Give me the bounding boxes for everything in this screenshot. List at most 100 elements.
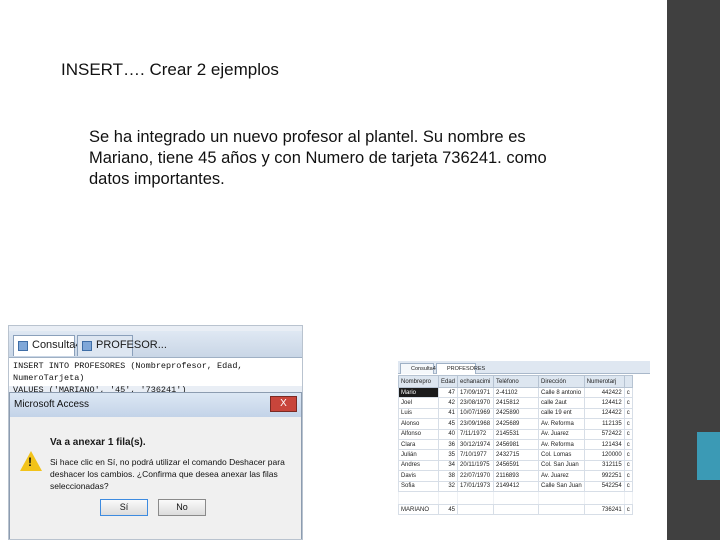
table-cell[interactable]: Luis bbox=[398, 407, 439, 420]
table-cell[interactable]: 2456591 bbox=[493, 459, 540, 472]
table-row[interactable]: Alfonso 40 7/11/1972 2145531 Av. Juarez 57242… bbox=[398, 428, 633, 440]
table-cell[interactable]: Av. Reforma bbox=[538, 418, 585, 430]
table-cell[interactable]: 17/09/1971 bbox=[457, 386, 495, 399]
table-cell[interactable]: calle 2aut bbox=[538, 397, 585, 409]
table-cell[interactable]: c bbox=[623, 438, 633, 451]
table-cell[interactable]: 2116893 bbox=[493, 470, 540, 482]
column-header[interactable]: echanacimi bbox=[457, 375, 495, 388]
table-cell[interactable]: 30/12/1974 bbox=[457, 438, 495, 451]
table-cell[interactable]: Alfonso bbox=[398, 428, 439, 440]
table-cell[interactable]: Alonso bbox=[398, 418, 439, 430]
table-cell[interactable]: 112135 bbox=[583, 418, 625, 430]
table-cell[interactable]: 17/01/1973 bbox=[457, 480, 495, 492]
table-cell[interactable]: 2432715 bbox=[493, 449, 540, 461]
table-cell[interactable]: 34 bbox=[437, 459, 459, 472]
table-cell[interactable]: Col. Lomas bbox=[538, 449, 585, 461]
table-cell[interactable]: 35 bbox=[437, 449, 459, 461]
table-cell[interactable]: Mario bbox=[398, 386, 439, 399]
table-cell[interactable]: 40 bbox=[437, 428, 459, 440]
table-cell[interactable]: 312115 bbox=[583, 459, 625, 472]
table-cell[interactable]: 120000 bbox=[583, 449, 625, 461]
column-header[interactable]: Dirección bbox=[538, 375, 585, 388]
table-row[interactable]: Sofia 32 17/01/1973 2149412 Calle San Juan 54… bbox=[398, 480, 633, 492]
table-cell[interactable]: c bbox=[623, 480, 633, 492]
table-cell[interactable]: c bbox=[623, 407, 633, 420]
tab-profesores[interactable]: PROFESORES bbox=[436, 363, 485, 374]
table-cell[interactable]: 45 bbox=[437, 418, 459, 430]
table-cell[interactable]: c bbox=[623, 449, 633, 461]
table-cell[interactable]: 992251 bbox=[583, 470, 625, 482]
table-row[interactable]: Davis 38 22/07/1970 2116893 Av. Juarez 992251… bbox=[398, 470, 633, 482]
yes-button[interactable]: Sí bbox=[100, 499, 148, 516]
table-cell[interactable]: Sofia bbox=[398, 480, 439, 492]
table-cell[interactable]: c bbox=[623, 418, 633, 430]
table-cell[interactable]: Calle 8 antonio bbox=[538, 386, 585, 399]
tab-profesores[interactable]: PROFESOR... bbox=[77, 335, 167, 356]
column-header[interactable]: Teléfono bbox=[493, 375, 540, 388]
table-cell[interactable]: 32 bbox=[437, 480, 459, 492]
table-cell[interactable]: Calle San Juan bbox=[538, 480, 585, 492]
table-row[interactable]: Clara 36 30/12/1974 2456981 Av. Reforma 12143… bbox=[398, 438, 633, 451]
table-cell[interactable]: 45 bbox=[437, 503, 459, 516]
table-cell[interactable]: 121434 bbox=[583, 438, 625, 451]
table-cell[interactable]: 42 bbox=[437, 397, 459, 409]
table-cell[interactable]: c bbox=[623, 459, 633, 472]
table-cell[interactable]: 2425689 bbox=[493, 418, 540, 430]
column-header[interactable]: Nombrepro bbox=[398, 375, 439, 388]
table-cell[interactable]: Davis bbox=[398, 470, 439, 482]
table-cell[interactable]: Joel bbox=[398, 397, 439, 409]
table-cell[interactable]: 2415812 bbox=[493, 397, 540, 409]
table-cell[interactable]: 20/11/1975 bbox=[457, 459, 495, 472]
no-button[interactable]: No bbox=[158, 499, 206, 516]
table-cell[interactable]: Clara bbox=[398, 438, 439, 451]
table-cell[interactable]: 442422 bbox=[583, 386, 625, 399]
table-cell[interactable]: 7/11/1972 bbox=[457, 428, 495, 440]
table-cell[interactable]: 2-41102 bbox=[493, 386, 540, 399]
table-cell[interactable]: c bbox=[623, 428, 633, 440]
sql-editor[interactable]: INSERT INTO PROFESORES (Nombreprofesor, … bbox=[9, 358, 302, 395]
tab-consulta4[interactable]: Consulta4 bbox=[13, 335, 82, 356]
table-row[interactable]: Joel 42 23/08/1970 2415812 calle 2aut 124412 c bbox=[398, 397, 633, 409]
table-row[interactable]: Julián 35 7/10/1977 2432715 Col. Lomas 120000… bbox=[398, 449, 633, 461]
table-cell[interactable] bbox=[538, 503, 585, 516]
table-cell[interactable]: Av. Juarez bbox=[538, 470, 585, 482]
table-row[interactable]: Andres 34 20/11/1975 2456591 Col. San Juan 31… bbox=[398, 459, 633, 472]
table-cell[interactable]: 36 bbox=[437, 438, 459, 451]
table-cell[interactable]: 7/10/1977 bbox=[457, 449, 495, 461]
table-cell[interactable]: Av. Juarez bbox=[538, 428, 585, 440]
table-cell[interactable] bbox=[493, 503, 540, 516]
table-row[interactable]: MARIANO 45 736241 c bbox=[398, 503, 633, 516]
table-cell[interactable]: c bbox=[623, 386, 633, 399]
column-header[interactable]: Numerotarj bbox=[583, 375, 625, 388]
table-cell[interactable]: 124422 bbox=[583, 407, 625, 420]
table-cell[interactable]: 41 bbox=[437, 407, 459, 420]
table-cell[interactable]: 2149412 bbox=[493, 480, 540, 492]
table-cell[interactable]: 124412 bbox=[583, 397, 625, 409]
table-row[interactable]: Luis 41 10/07/1969 2425890 calle 19 ent 12442… bbox=[398, 407, 633, 420]
table-cell[interactable]: 2145531 bbox=[493, 428, 540, 440]
table-cell[interactable]: 38 bbox=[437, 470, 459, 482]
table-cell[interactable]: Julián bbox=[398, 449, 439, 461]
column-header[interactable] bbox=[623, 375, 633, 388]
table-cell[interactable]: 736241 bbox=[583, 503, 625, 516]
table-cell[interactable]: 2456981 bbox=[493, 438, 540, 451]
table-row[interactable]: Alonso 45 23/09/1968 2425689 Av. Reforma 1121… bbox=[398, 418, 633, 430]
table-cell[interactable]: c bbox=[623, 470, 633, 482]
table-cell[interactable]: c bbox=[623, 397, 633, 409]
table-cell[interactable] bbox=[457, 503, 495, 516]
column-header[interactable]: Edad bbox=[437, 375, 459, 388]
dialog-close-button[interactable]: X bbox=[270, 396, 297, 412]
table-cell[interactable]: Av. Reforma bbox=[538, 438, 585, 451]
table-cell[interactable]: 23/09/1968 bbox=[457, 418, 495, 430]
tab-consulta4[interactable]: Consulta4 bbox=[400, 363, 436, 374]
table-cell[interactable]: 22/07/1970 bbox=[457, 470, 495, 482]
table-cell[interactable]: MARIANO bbox=[398, 503, 439, 516]
table-cell[interactable]: 23/08/1970 bbox=[457, 397, 495, 409]
table-cell[interactable]: Andres bbox=[398, 459, 439, 472]
table-cell[interactable]: c bbox=[623, 503, 633, 516]
table-cell[interactable]: 542254 bbox=[583, 480, 625, 492]
table-cell[interactable]: 2425890 bbox=[493, 407, 540, 420]
table-cell[interactable]: 10/07/1969 bbox=[457, 407, 495, 420]
table-cell[interactable]: 572422 bbox=[583, 428, 625, 440]
table-cell[interactable]: 47 bbox=[437, 386, 459, 399]
